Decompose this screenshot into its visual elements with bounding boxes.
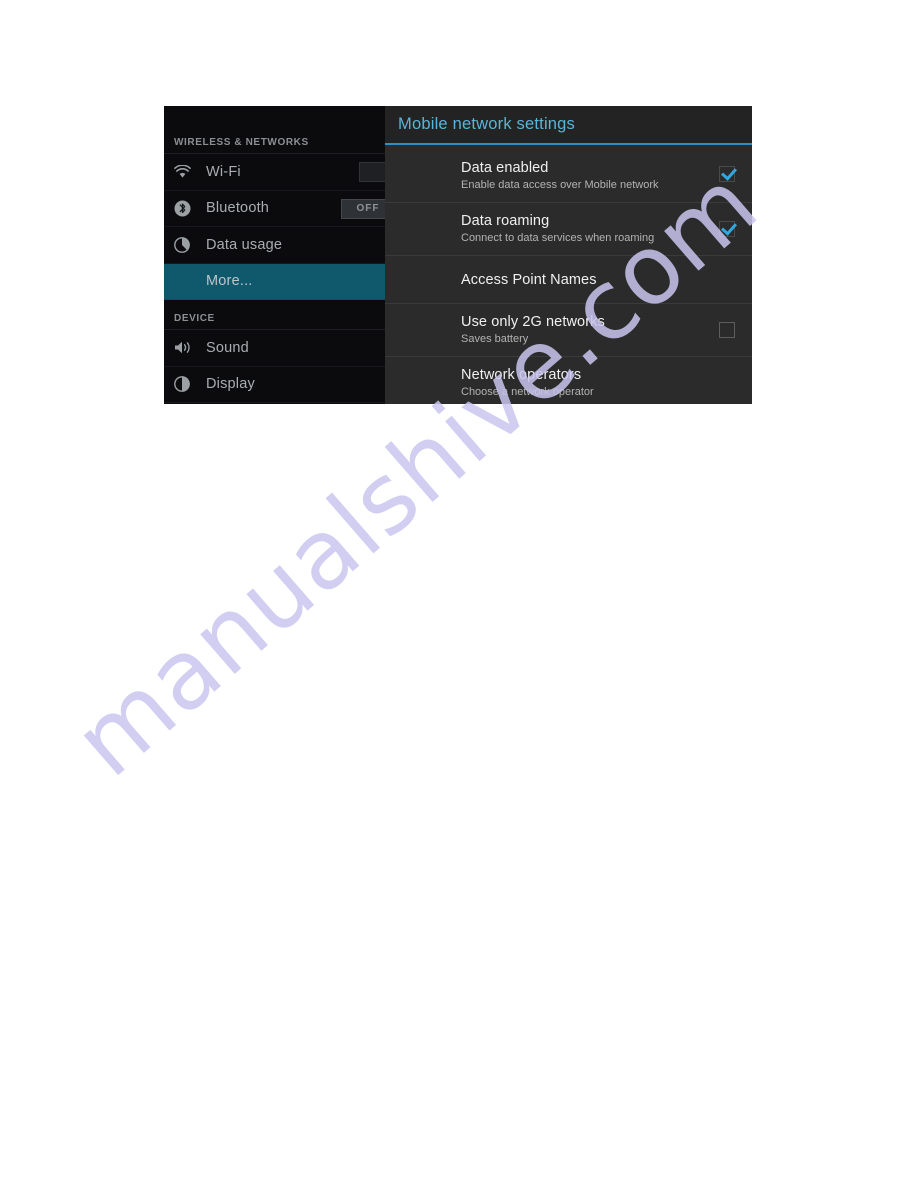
android-settings-screenshot: WIRELESS & NETWORKS Wi-Fi Bluetooth OFF (164, 106, 752, 404)
preference-row-access-point-names[interactable]: Access Point Names (385, 255, 752, 303)
sidebar-item-label: Display (206, 376, 255, 393)
sidebar-item-wifi[interactable]: Wi-Fi (164, 154, 385, 191)
data-usage-icon (174, 234, 200, 256)
bluetooth-icon (174, 197, 200, 219)
preference-summary: Choose a network operator (461, 386, 594, 398)
display-icon (174, 373, 200, 395)
preference-row-data-roaming[interactable]: Data roaming Connect to data services wh… (385, 202, 752, 255)
preference-summary: Enable data access over Mobile network (461, 179, 659, 191)
sidebar-item-display[interactable]: Display (164, 367, 385, 403)
sidebar-item-label: Wi-Fi (206, 163, 241, 180)
sidebar-item-bluetooth[interactable]: Bluetooth OFF (164, 191, 385, 227)
pane-header: Mobile network settings (385, 106, 752, 143)
page-title: Mobile network settings (398, 115, 576, 133)
sidebar-item-label: More... (206, 273, 253, 290)
settings-sidebar: WIRELESS & NETWORKS Wi-Fi Bluetooth OFF (164, 106, 385, 404)
data-roaming-checkbox[interactable] (719, 221, 735, 237)
sidebar-item-more[interactable]: More... (164, 263, 385, 300)
preference-row-data-enabled[interactable]: Data enabled Enable data access over Mob… (385, 145, 752, 202)
preference-title: Access Point Names (461, 271, 597, 288)
preference-title: Data roaming (461, 213, 550, 229)
sidebar-section-device: DEVICE (164, 300, 385, 330)
sidebar-item-label: Bluetooth (206, 200, 270, 217)
preference-list: Data enabled Enable data access over Mob… (385, 145, 752, 404)
preference-title: Network operators (461, 367, 582, 383)
bluetooth-toggle-switch[interactable]: OFF (341, 198, 385, 219)
sidebar-item-data-usage[interactable]: Data usage (164, 227, 385, 264)
sidebar-item-label: Sound (206, 339, 249, 356)
mobile-network-settings-pane: Mobile network settings Data enabled Ena… (385, 106, 752, 404)
sound-icon (174, 337, 200, 359)
preference-summary: Saves battery (461, 333, 529, 345)
preference-row-network-operators[interactable]: Network operators Choose a network opera… (385, 356, 752, 404)
wifi-icon (174, 161, 200, 183)
preference-summary: Connect to data services when roaming (461, 232, 655, 244)
preference-row-use-only-2g-networks[interactable]: Use only 2G networks Saves battery (385, 303, 752, 356)
preference-title: Data enabled (461, 160, 549, 176)
sidebar-section-wireless-networks: WIRELESS & NETWORKS (164, 124, 385, 154)
data-enabled-checkbox[interactable] (719, 165, 735, 182)
sidebar-item-label: Data usage (206, 236, 283, 253)
preference-title: Use only 2G networks (461, 314, 605, 330)
sidebar-item-sound[interactable]: Sound (164, 330, 385, 367)
use-only-2g-networks-checkbox[interactable] (719, 322, 735, 338)
wifi-toggle-switch[interactable] (359, 162, 385, 182)
